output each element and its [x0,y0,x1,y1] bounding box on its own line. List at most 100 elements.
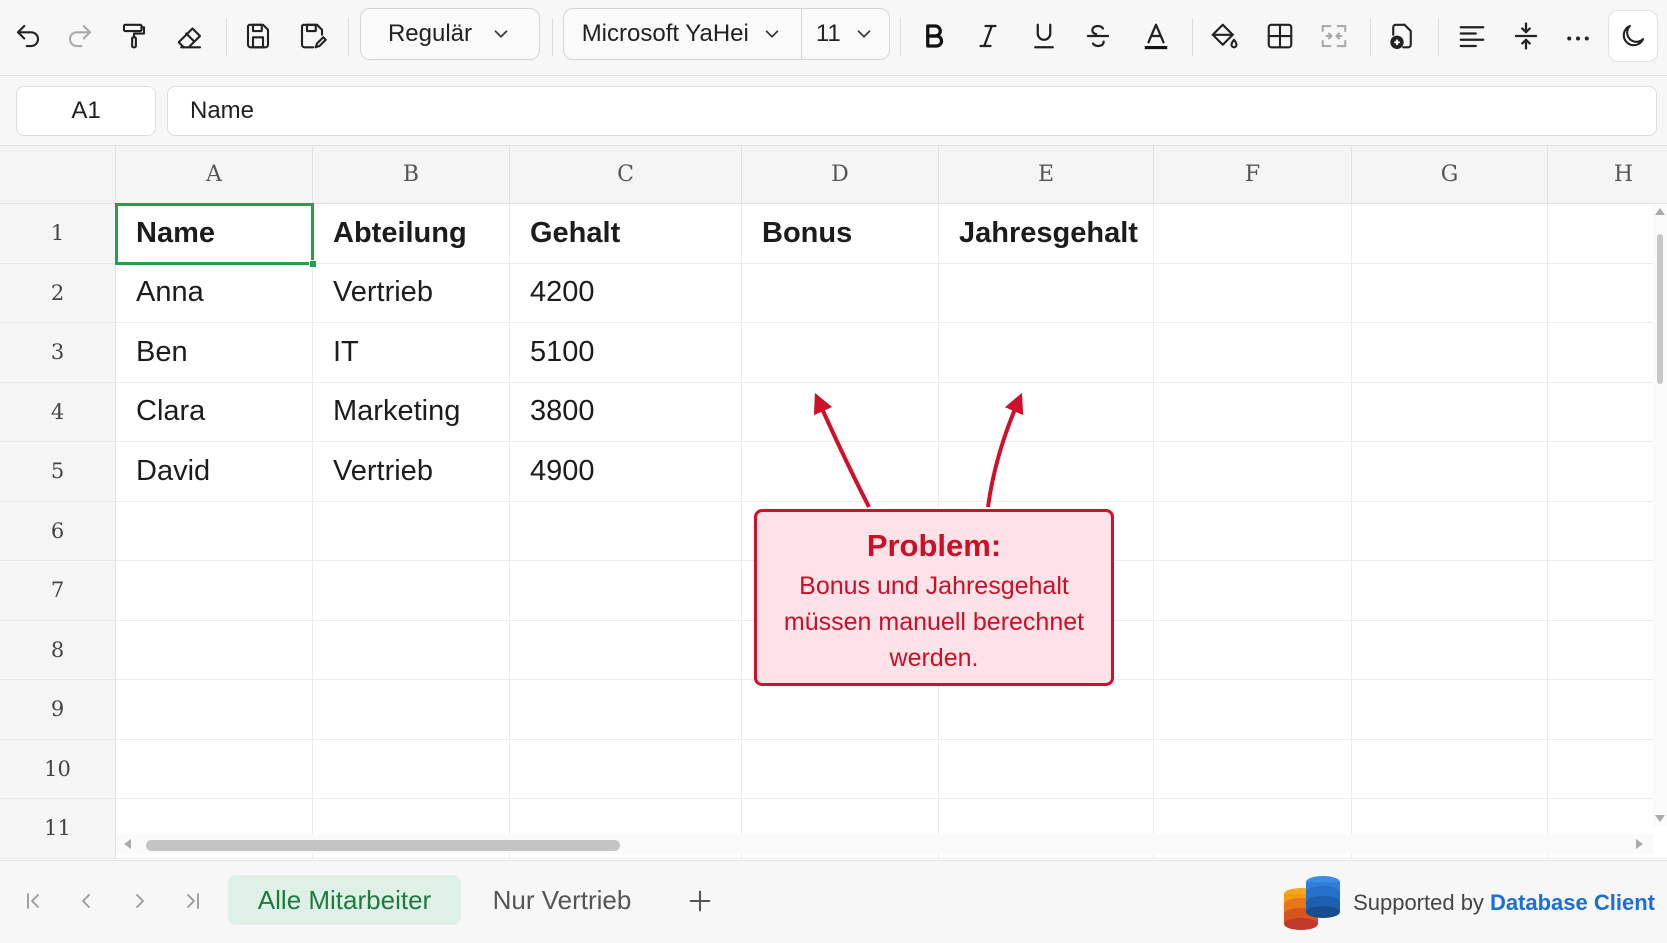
cell-g8[interactable] [1352,620,1548,680]
cell-e10[interactable] [939,739,1154,799]
dark-mode-icon[interactable] [1608,10,1658,62]
cell-g2[interactable] [1352,263,1548,323]
cell-a9[interactable] [116,680,313,740]
row-header-9[interactable]: 9 [0,680,116,740]
cell-f5[interactable] [1154,442,1352,502]
cell-a6[interactable] [116,501,313,561]
cell-g3[interactable] [1352,323,1548,383]
cell-b5[interactable]: Vertrieb [313,442,510,502]
strikethrough-icon[interactable] [1076,14,1120,58]
cell-reference-box[interactable]: A1 [16,86,156,136]
row-header-3[interactable]: 3 [0,323,116,383]
cell-h1[interactable] [1548,204,1667,264]
cell-a1[interactable]: Name [116,204,313,264]
cell-h3[interactable] [1548,323,1667,383]
vertical-scrollbar[interactable] [1653,204,1667,826]
cell-a7[interactable] [116,561,313,621]
cell-c5[interactable]: 4900 [510,442,742,502]
format-painter-icon[interactable] [112,14,156,58]
first-sheet-icon[interactable] [16,883,52,919]
row-header-7[interactable]: 7 [0,561,116,621]
cell-d4[interactable] [742,382,939,442]
next-sheet-icon[interactable] [122,883,158,919]
row-header-2[interactable]: 2 [0,263,116,323]
branding-link[interactable]: Database Client [1490,890,1655,916]
cell-f8[interactable] [1154,620,1352,680]
italic-icon[interactable] [966,14,1010,58]
save-icon[interactable] [236,14,280,58]
cell-d5[interactable] [742,442,939,502]
cell-f9[interactable] [1154,680,1352,740]
cell-b4[interactable]: Marketing [313,382,510,442]
cell-d2[interactable] [742,263,939,323]
cell-g6[interactable] [1352,501,1548,561]
export-document-icon[interactable] [1380,14,1424,58]
cell-h9[interactable] [1548,680,1667,740]
row-header-10[interactable]: 10 [0,739,116,799]
borders-icon[interactable] [1258,14,1302,58]
cell-b2[interactable]: Vertrieb [313,263,510,323]
save-as-icon[interactable] [290,14,334,58]
column-header-d[interactable]: D [742,146,939,204]
column-header-h[interactable]: H [1548,146,1667,204]
align-left-icon[interactable] [1450,14,1494,58]
cell-f6[interactable] [1154,501,1352,561]
eraser-icon[interactable] [168,14,212,58]
sheet-tab-nur-vertrieb[interactable]: Nur Vertrieb [476,875,648,925]
cell-c1[interactable]: Gehalt [510,204,742,264]
cell-h6[interactable] [1548,502,1667,561]
cell-e3[interactable] [939,323,1154,383]
last-sheet-icon[interactable] [174,883,210,919]
cell-h2[interactable] [1548,264,1667,323]
cell-b9[interactable] [313,680,510,740]
cell-f10[interactable] [1154,739,1352,799]
cell-d1[interactable]: Bonus [742,204,939,264]
horizontal-scroll-thumb[interactable] [146,840,620,851]
style-dropdown[interactable]: Regulär [360,8,540,60]
cell-g5[interactable] [1352,442,1548,502]
font-family-dropdown[interactable]: Microsoft YaHei [564,20,801,48]
horizontal-scrollbar[interactable] [116,834,1653,854]
vertical-align-icon[interactable] [1504,14,1548,58]
cell-d9[interactable] [742,680,939,740]
cell-g7[interactable] [1352,561,1548,621]
cell-c9[interactable] [510,680,742,740]
bold-icon[interactable] [912,14,956,58]
font-size-dropdown[interactable]: 11 [802,20,889,48]
cell-d3[interactable] [742,323,939,383]
row-header-4[interactable]: 4 [0,382,116,442]
cell-h4[interactable] [1548,383,1667,442]
cell-c3[interactable]: 5100 [510,323,742,383]
cell-b3[interactable]: IT [313,323,510,383]
font-color-icon[interactable] [1134,14,1178,58]
column-header-c[interactable]: C [510,146,742,204]
undo-icon[interactable] [6,14,50,58]
row-header-6[interactable]: 6 [0,501,116,561]
cell-h8[interactable] [1548,621,1667,680]
cell-a4[interactable]: Clara [116,382,313,442]
row-header-1[interactable]: 1 [0,204,116,264]
column-header-b[interactable]: B [313,146,510,204]
cell-a2[interactable]: Anna [116,263,313,323]
fill-color-icon[interactable] [1202,14,1246,58]
scroll-right-icon[interactable] [1636,839,1643,849]
row-header-5[interactable]: 5 [0,442,116,502]
cell-g10[interactable] [1352,739,1548,799]
cell-e5[interactable] [939,442,1154,502]
row-header-8[interactable]: 8 [0,620,116,680]
cell-g4[interactable] [1352,382,1548,442]
cell-b7[interactable] [313,561,510,621]
formula-input[interactable]: Name [167,86,1657,136]
scroll-down-icon[interactable] [1655,815,1665,822]
cell-c7[interactable] [510,561,742,621]
scroll-left-icon[interactable] [124,839,131,849]
cell-e1[interactable]: Jahresgehalt [939,204,1154,264]
column-header-g[interactable]: G [1352,146,1548,204]
scroll-up-icon[interactable] [1655,208,1665,215]
cell-g1[interactable] [1352,204,1548,264]
cell-d10[interactable] [742,739,939,799]
cell-e9[interactable] [939,680,1154,740]
column-header-f[interactable]: F [1154,146,1352,204]
cell-e2[interactable] [939,263,1154,323]
cell-c8[interactable] [510,620,742,680]
